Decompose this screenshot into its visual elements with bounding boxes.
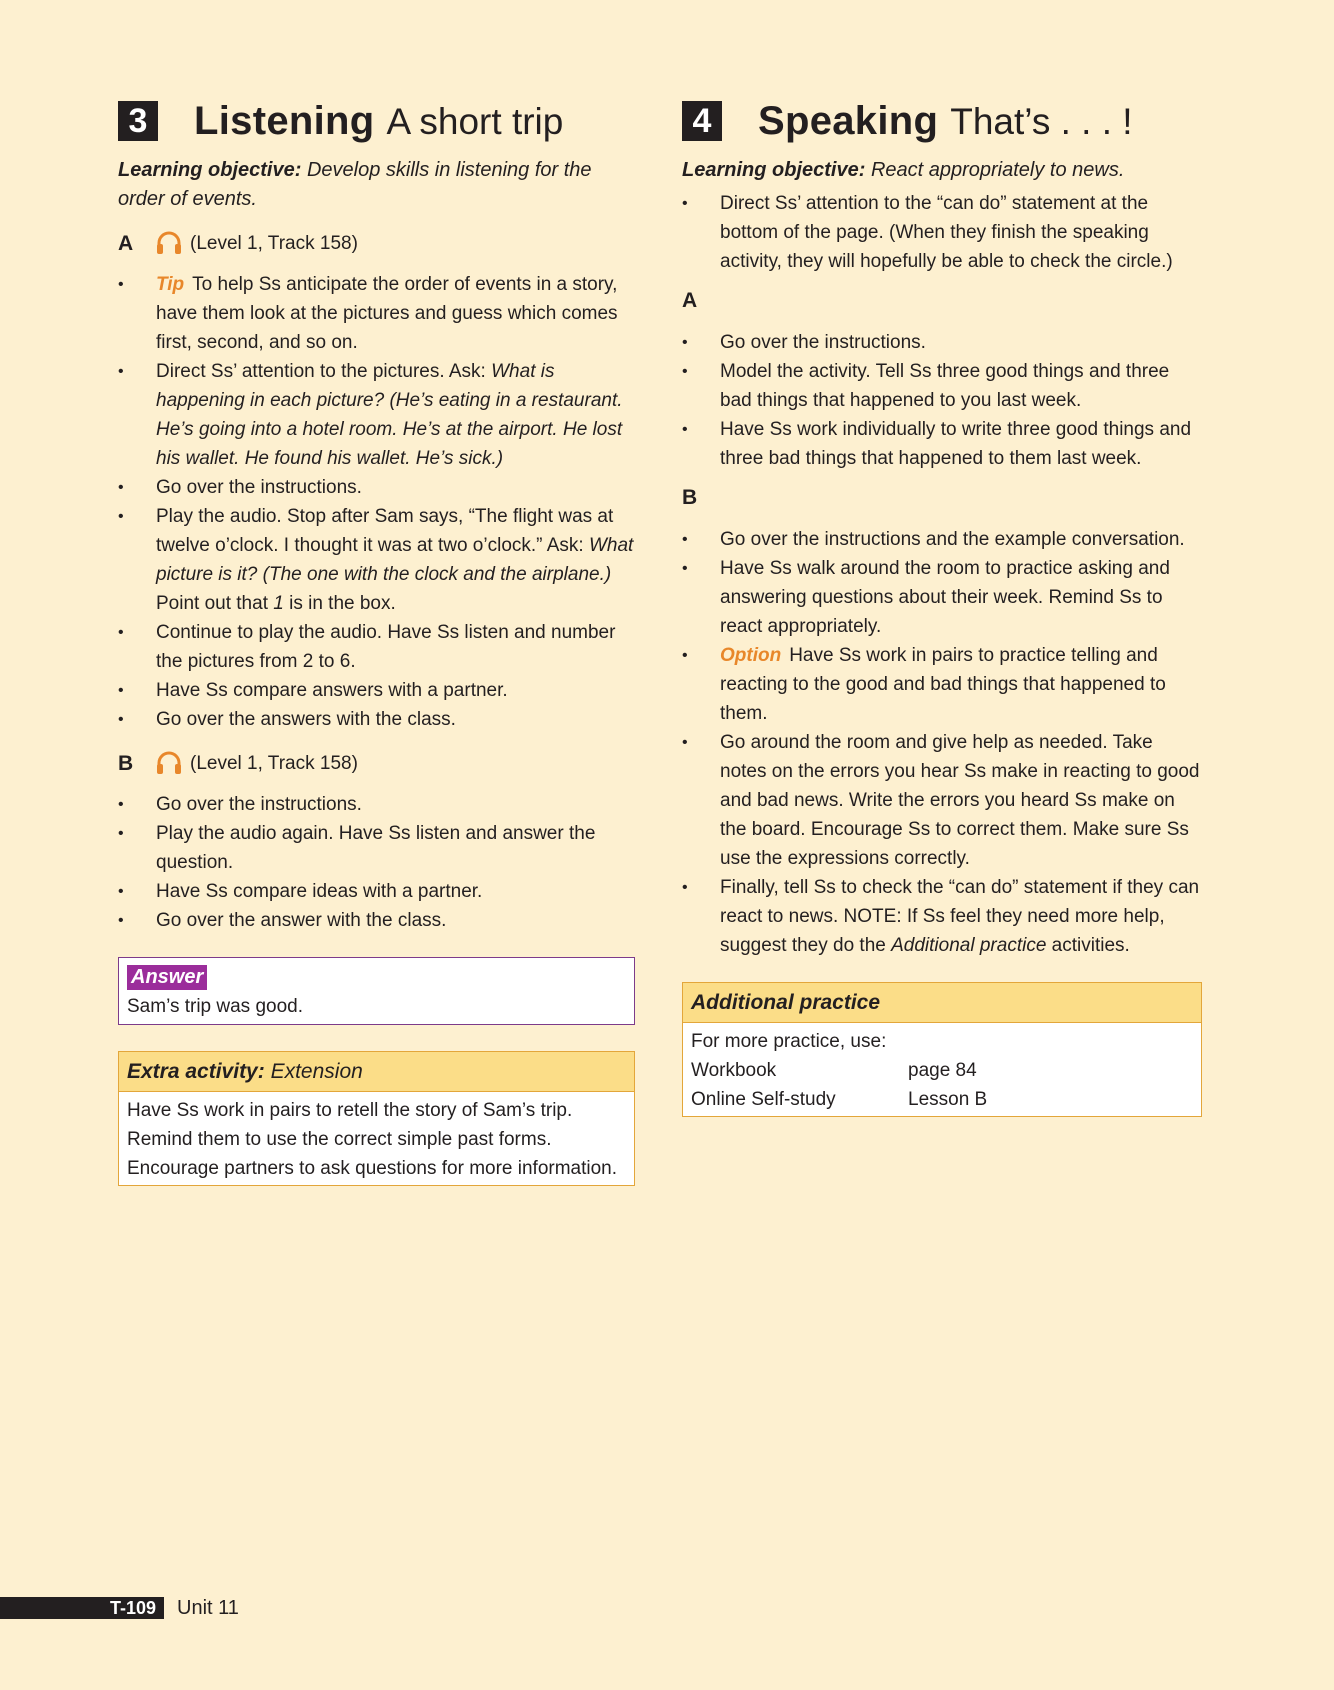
list-item: Go over the instructions. — [682, 328, 1202, 357]
list-item: Go over the instructions and the example… — [682, 525, 1202, 554]
list-item: Go over the answers with the class. — [118, 705, 635, 734]
part-a-header: A (Level 1, Track 158) — [118, 228, 635, 258]
section-title: Speaking — [758, 98, 939, 143]
bullet-text: activities. — [1046, 935, 1130, 956]
track-label: (Level 1, Track 158) — [190, 752, 358, 774]
left-column: 3 Listening A short trip Learning object… — [118, 96, 635, 1186]
bullet-text: Have Ss compare answers with a partner. — [156, 680, 508, 701]
objective-label: Learning objective: — [682, 159, 866, 181]
page-number: T-109 — [0, 1597, 164, 1619]
additional-practice-title: Additional practice — [683, 983, 1201, 1023]
track-label: (Level 1, Track 158) — [190, 232, 358, 254]
list-item: OptionHave Ss work in pairs to practice … — [682, 641, 1202, 728]
objective-text: React appropriately to news. — [870, 159, 1125, 181]
part-b-list: Go over the instructions. Play the audio… — [118, 790, 635, 935]
objective-label: Learning objective: — [118, 159, 302, 181]
list-item: Have Ss work individually to write three… — [682, 415, 1202, 473]
answer-label: Answer — [127, 965, 208, 990]
bullet-text: Continue to play the audio. Have Ss list… — [156, 622, 616, 672]
bullet-text: Direct Ss’ attention to the pictures. As… — [156, 361, 492, 382]
practice-name: Workbook — [691, 1060, 777, 1081]
unit-label: Unit 11 — [177, 1596, 239, 1619]
practice-row: Online Self-study Lesson B — [691, 1085, 1193, 1114]
section-3-header: 3 Listening A short trip — [118, 96, 635, 146]
extra-line: Have Ss work in pairs to retell the stor… — [127, 1100, 573, 1121]
list-item: Play the audio again. Have Ss listen and… — [118, 819, 635, 877]
extra-line: Encourage partners to ask questions for … — [127, 1158, 618, 1179]
part-a-header: A — [682, 289, 698, 312]
bullet-italic: 1 — [273, 593, 284, 614]
part-a-list: TipTo help Ss anticipate the order of ev… — [118, 270, 635, 734]
bullet-italic: Additional practice — [891, 935, 1047, 956]
bullet-text: is in the box. — [283, 593, 396, 614]
extra-title-bold: Extra activity: — [127, 1060, 265, 1083]
practice-value: Lesson B — [908, 1089, 988, 1110]
part-a-list: Go over the instructions. Model the acti… — [682, 328, 1202, 473]
list-item: Have Ss walk around the room to practice… — [682, 554, 1202, 641]
additional-practice-box: Additional practice For more practice, u… — [682, 982, 1202, 1117]
bullet-text: Go over the instructions. — [156, 477, 362, 498]
bullet-text: Point out that — [156, 593, 274, 614]
page-footer: T-109 Unit 11 — [0, 1597, 239, 1619]
part-b-list: Go over the instructions and the example… — [682, 525, 1202, 960]
extra-title-rest: Extension — [270, 1060, 363, 1083]
list-item: Go over the instructions. — [118, 473, 635, 502]
extra-line: Remind them to use the correct simple pa… — [127, 1129, 552, 1150]
headphones-icon — [157, 751, 181, 774]
tip-label: Tip — [156, 274, 185, 295]
tip-text: To help Ss anticipate the order of event… — [156, 274, 618, 353]
extra-activity-box: Extra activity: Extension Have Ss work i… — [118, 1051, 635, 1186]
section-subtitle: That’s . . . ! — [950, 100, 1133, 142]
answer-text: Sam’s trip was good. — [127, 996, 304, 1017]
list-item: Finally, tell Ss to check the “can do” s… — [682, 873, 1202, 960]
option-label: Option — [720, 645, 782, 666]
practice-value: page 84 — [908, 1060, 977, 1081]
section-4-header: 4 Speaking That’s . . . ! — [682, 96, 1202, 146]
part-b-header: B — [682, 486, 698, 509]
part-letter: B — [118, 751, 134, 775]
section-number: 4 — [682, 101, 722, 141]
list-item: Go over the answer with the class. — [118, 906, 635, 935]
headphones-icon — [157, 231, 181, 254]
list-item: Have Ss compare ideas with a partner. — [118, 877, 635, 906]
practice-row: Workbook page 84 — [691, 1056, 1193, 1085]
bullet-text: Go over the answers with the class. — [156, 709, 456, 730]
bullet-text: Play the audio. Stop after Sam says, “Th… — [156, 506, 614, 556]
list-item: TipTo help Ss anticipate the order of ev… — [118, 270, 635, 357]
option-text: Have Ss work in pairs to practice tellin… — [720, 645, 1166, 724]
part-b-header: B (Level 1, Track 158) — [118, 748, 635, 778]
practice-name: Online Self-study — [691, 1089, 836, 1110]
list-item: Have Ss compare answers with a partner. — [118, 676, 635, 705]
list-item: Direct Ss’ attention to the pictures. As… — [118, 357, 635, 473]
extra-activity-body: Have Ss work in pairs to retell the stor… — [119, 1092, 634, 1185]
list-item: Model the activity. Tell Ss three good t… — [682, 357, 1202, 415]
bullet-text: Go around the room and give help as need… — [720, 732, 1200, 869]
additional-practice-body: For more practice, use: Workbook page 84… — [683, 1023, 1201, 1116]
list-item: Continue to play the audio. Have Ss list… — [118, 618, 635, 676]
list-item: Play the audio. Stop after Sam says, “Th… — [118, 502, 635, 618]
learning-objective: Learning objective: Develop skills in li… — [118, 156, 635, 214]
section-number: 3 — [118, 101, 158, 141]
intro-list: Direct Ss’ attention to the “can do” sta… — [682, 189, 1202, 276]
additional-intro: For more practice, use: — [691, 1031, 887, 1052]
learning-objective: Learning objective: React appropriately … — [682, 156, 1202, 185]
bullet-text: Go over the instructions and the example… — [720, 529, 1185, 550]
section-subtitle: A short trip — [386, 100, 564, 142]
part-letter: A — [118, 231, 134, 255]
list-item: Direct Ss’ attention to the “can do” sta… — [682, 189, 1202, 276]
answer-box: Answer Sam’s trip was good. — [118, 957, 635, 1025]
section-title: Listening — [194, 98, 375, 143]
right-column: 4 Speaking That’s . . . ! Learning objec… — [682, 96, 1202, 1117]
list-item: Go over the instructions. — [118, 790, 635, 819]
extra-activity-title: Extra activity: Extension — [119, 1052, 634, 1092]
bullet-text: Have Ss walk around the room to practice… — [720, 558, 1170, 637]
list-item: Go around the room and give help as need… — [682, 728, 1202, 873]
